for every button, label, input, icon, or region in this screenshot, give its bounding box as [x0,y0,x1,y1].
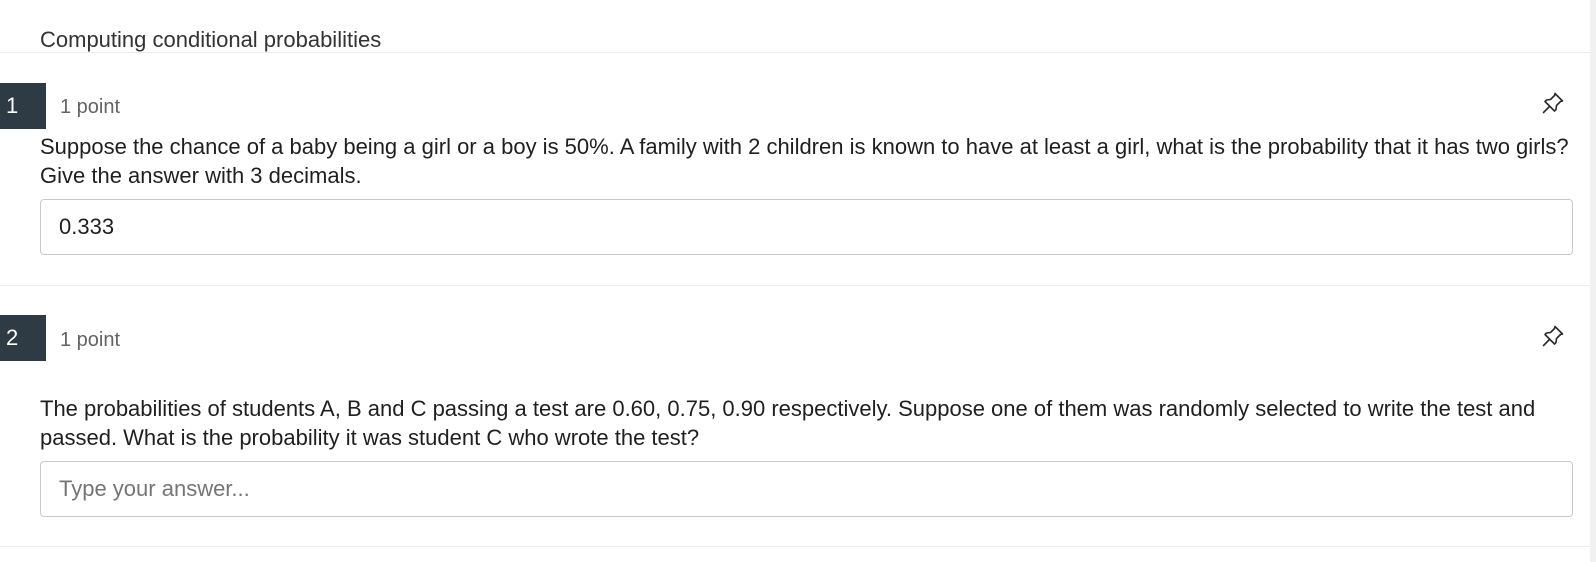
divider [0,546,1590,547]
pin-icon[interactable] [1540,90,1566,116]
question-points: 1 point [60,329,121,351]
divider [0,285,1590,286]
question-text: The probabilities of students A, B and C… [40,396,1536,450]
question-points: 1 point [60,96,121,118]
section-title: Computing conditional probabilities [40,27,382,52]
scrollbar[interactable] [1590,0,1596,562]
divider [0,52,1590,53]
pin-icon[interactable] [1540,323,1566,349]
question-text: Suppose the chance of a baby being a gir… [40,134,1569,188]
quiz-page: Computing conditional probabilities 1 1 … [0,0,1596,562]
answer-input[interactable] [40,461,1573,517]
question-number: 2 [0,315,46,361]
question-number: 1 [0,83,46,129]
answer-input[interactable] [40,199,1573,255]
